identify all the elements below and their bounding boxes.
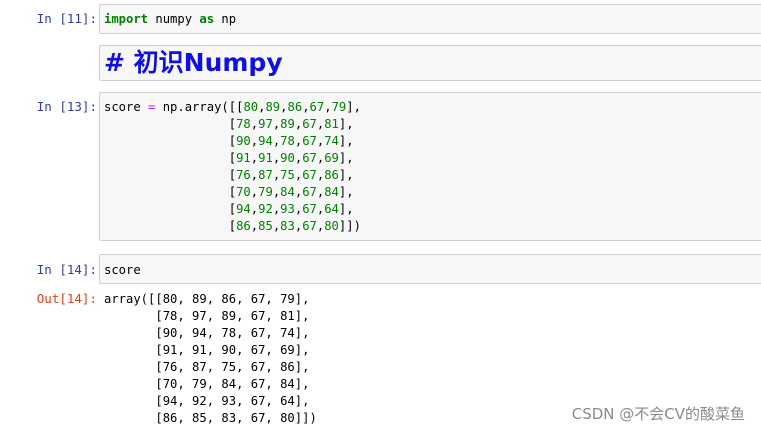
array-row: [78,97,89,67,81] [228,117,347,131]
number-literal: 81 [324,117,339,131]
variable-name: score [104,100,149,114]
number-literal: 67 [302,168,317,182]
number-literal: 67 [302,202,317,216]
code-input-area[interactable]: score [99,254,761,284]
number-literal: 67 [309,100,325,114]
output-text: array([[80, 89, 86, 67, 79], [78, 97, 89… [104,291,317,427]
number-literal: 69 [324,151,339,165]
number-literal: 90 [236,134,251,148]
module-name: numpy [148,12,200,26]
number-literal: 79 [331,100,347,114]
number-literal: 93 [280,202,295,216]
number-literal: 78 [280,134,295,148]
number-literal: 97 [258,117,273,131]
code-text: score = np.array([[80,89,86,67,79], [78,… [104,100,361,233]
code-text: score [104,263,141,277]
number-literal: 75 [280,168,295,182]
code-cell-11[interactable]: In [11]: import numpy as np [0,4,761,34]
markdown-heading: # 初识Numpy [104,48,283,77]
number-literal: 86 [287,100,303,114]
array-row: [90,94,78,67,74] [228,134,347,148]
array-row: [91,91,90,67,69] [228,151,347,165]
output-line: [70, 79, 84, 67, 84], [104,377,310,391]
number-literal: 67 [302,185,317,199]
number-literal: 74 [324,134,339,148]
array-row: [94,92,93,67,64] [228,202,347,216]
input-prompt: In [14]: [36,262,97,277]
input-prompt: In [13]: [36,99,97,114]
number-literal: 67 [302,117,317,131]
number-literal: 92 [258,202,273,216]
array-row: [86,85,83,67,80] [228,219,347,233]
number-literal: 70 [236,185,251,199]
alias-name: np [214,12,237,26]
number-literal: 94 [258,134,273,148]
number-literal: 83 [280,219,295,233]
number-literal: 91 [258,151,273,165]
number-literal: 87 [258,168,273,182]
number-literal: 94 [236,202,251,216]
number-literal: 90 [280,151,295,165]
number-literal: 91 [236,151,251,165]
number-literal: 78 [236,117,251,131]
watermark: CSDN @不会CV的酸菜鱼 [571,405,745,423]
call-prefix: np.array([ [155,100,237,114]
code-text: import numpy as np [104,11,761,28]
markdown-area[interactable]: # 初识Numpy [99,45,761,81]
markdown-cell[interactable]: # 初识Numpy [0,45,761,81]
as-keyword: as [199,12,215,26]
output-line: [90, 94, 78, 67, 74], [104,326,310,340]
number-literal: 80 [324,219,339,233]
number-literal: 89 [280,117,295,131]
number-literal: 84 [280,185,295,199]
array-row: [70,79,84,67,84] [228,185,347,199]
output-line: [78, 97, 89, 67, 81], [104,309,310,323]
output-line: [94, 92, 93, 67, 64], [104,394,310,408]
array-row: [76,87,75,67,86] [228,168,347,182]
input-prompt: In [11]: [36,11,97,26]
import-keyword: import [104,12,149,26]
code-cell-13[interactable]: In [13]: score = np.array([[80,89,86,67,… [0,92,761,242]
number-literal: 64 [324,202,339,216]
code-input-area[interactable]: import numpy as np [99,4,761,34]
number-literal: 67 [302,151,317,165]
number-literal: 85 [258,219,273,233]
code-input-area[interactable]: score = np.array([[80,89,86,67,79], [78,… [99,92,761,241]
number-literal: 84 [324,185,339,199]
number-literal: 80 [243,100,259,114]
number-literal: 79 [258,185,273,199]
output-line: array([[80, 89, 86, 67, 79], [104,292,310,306]
number-literal: 86 [324,168,339,182]
number-literal: 86 [236,219,251,233]
number-literal: 89 [265,100,281,114]
array-row: [80,89,86,67,79] [236,100,354,114]
output-line: [86, 85, 83, 67, 80]]) [104,411,317,425]
output-line: [76, 87, 75, 67, 86], [104,360,310,374]
output-line: [91, 91, 90, 67, 69], [104,343,310,357]
number-literal: 67 [302,134,317,148]
number-literal: 67 [302,219,317,233]
output-prompt: Out[14]: [36,291,97,306]
number-literal: 76 [236,168,251,182]
